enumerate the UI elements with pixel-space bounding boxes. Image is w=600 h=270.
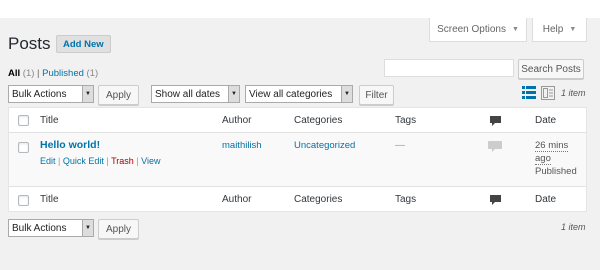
dates-filter-select[interactable]: Show all dates ▼ [151,85,240,103]
excerpt-view-icon[interactable] [541,86,555,100]
help-label: Help [542,24,564,35]
filter-all-link[interactable]: All [8,68,20,79]
edit-link[interactable]: Edit [40,156,56,166]
categories-filter-value: View all categories [249,88,333,100]
select-arrow-icon: ▼ [82,86,93,102]
page-title: Posts [8,34,51,53]
comment-count-icon[interactable] [488,141,502,152]
list-view-icon[interactable] [522,86,536,100]
filter-separator: | [37,68,40,79]
author-link[interactable]: maithilish [222,140,262,151]
comment-bubble-icon[interactable] [490,116,501,127]
post-status: Published [535,166,577,177]
column-date-header[interactable]: Date [535,115,556,126]
action-separator: | [106,156,109,166]
date-line-2: ago [535,153,551,165]
bulk-actions-value: Bulk Actions [12,222,67,234]
table-row: Hello world! Edit | Quick Edit | Trash |… [9,133,586,186]
categories-filter-select[interactable]: View all categories ▼ [245,85,353,103]
column-author-header: Author [222,115,252,126]
filter-published-count: (1) [86,68,99,79]
action-separator: | [136,156,139,166]
column-tags-header: Tags [395,115,417,126]
comment-bubble-icon[interactable] [490,195,501,206]
view-link[interactable]: View [141,156,160,166]
screen-options-tab[interactable]: Screen Options ▼ [429,18,527,42]
action-separator: | [58,156,61,166]
filter-published-link[interactable]: Published [42,68,84,79]
category-link[interactable]: Uncategorized [294,140,355,151]
post-date: 26 mins ago Published [535,139,585,178]
select-all-checkbox-footer[interactable] [18,195,29,206]
filter-button[interactable]: Filter [359,85,394,105]
row-checkbox[interactable] [18,142,29,153]
apply-button-bottom[interactable]: Apply [98,219,139,239]
items-count-top: 1 item [561,88,586,98]
column-tags-footer: Tags [395,194,417,205]
column-author-footer: Author [222,194,252,205]
column-title-footer[interactable]: Title [40,194,59,205]
column-title-header[interactable]: Title [40,115,59,126]
row-actions: Edit | Quick Edit | Trash | View [40,156,161,166]
chevron-down-icon: ▼ [512,26,519,33]
posts-table: Title Author Categories Tags Date Hello … [8,107,587,212]
column-categories-footer: Categories [294,194,343,205]
column-date-footer[interactable]: Date [535,194,556,205]
help-tab[interactable]: Help ▼ [532,18,587,42]
select-all-checkbox[interactable] [18,115,29,126]
select-arrow-icon: ▼ [82,220,93,236]
select-arrow-icon: ▼ [228,86,239,102]
search-posts-button[interactable]: Search Posts [518,59,584,79]
search-input[interactable] [384,59,514,77]
bulk-actions-value: Bulk Actions [12,88,67,100]
add-new-button[interactable]: Add New [56,35,111,53]
date-line-1: 26 mins [535,140,569,152]
table-header-row: Title Author Categories Tags Date [9,108,586,133]
apply-button-top[interactable]: Apply [98,85,139,105]
quick-edit-link[interactable]: Quick Edit [63,156,104,166]
tags-value: — [395,140,405,151]
chevron-down-icon: ▼ [569,26,577,33]
top-area [0,0,600,18]
table-footer-row: Title Author Categories Tags Date [9,186,586,211]
status-filter: All (1) | Published (1) [8,68,98,79]
dates-filter-value: Show all dates [155,88,221,100]
screen-options-label: Screen Options [437,24,506,35]
select-arrow-icon: ▼ [341,86,352,102]
post-title-link[interactable]: Hello world! [40,139,100,151]
items-count-bottom: 1 item [561,222,586,232]
bulk-actions-select-bottom[interactable]: Bulk Actions ▼ [8,219,94,237]
column-categories-header: Categories [294,115,343,126]
trash-link[interactable]: Trash [111,156,134,166]
filter-all-count: (1) [22,68,35,79]
bulk-actions-select-top[interactable]: Bulk Actions ▼ [8,85,94,103]
